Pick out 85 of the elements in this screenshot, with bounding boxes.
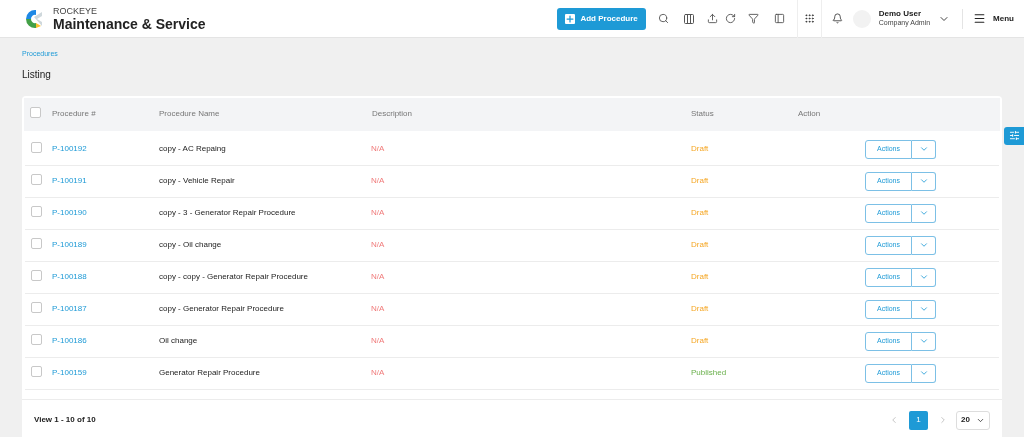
checkbox[interactable] <box>31 141 42 153</box>
actions-dropdown-button[interactable] <box>912 235 936 255</box>
actions-dropdown-button[interactable] <box>912 139 936 159</box>
actions-dropdown-button[interactable] <box>912 299 936 319</box>
table-cell-text: copy - 3 - Generator Repair Procedure <box>159 207 297 219</box>
table-cell-text: N/A <box>371 207 386 219</box>
bell-icon[interactable] <box>831 13 843 24</box>
procedure-link[interactable]: P-100192 <box>52 143 159 155</box>
menu-button[interactable]: Menu <box>973 12 1014 25</box>
upload-icon[interactable] <box>706 13 718 24</box>
chevron-down-icon <box>918 272 929 282</box>
actions-dropdown-button[interactable] <box>912 203 936 223</box>
procedure-link[interactable]: P-100188 <box>52 271 159 283</box>
procedure-link[interactable]: P-100159 <box>52 367 159 379</box>
table-cell-text: N/A <box>371 239 386 251</box>
table-cell-text: copy - Oil change <box>159 239 223 251</box>
table-cell-text: Oil change <box>159 335 199 347</box>
column-header: Procedure # <box>52 108 97 120</box>
next-page-icon[interactable] <box>938 415 948 425</box>
status-text: Draft <box>691 207 710 219</box>
table-cell-text: N/A <box>371 175 386 187</box>
brand-name: ROCKEYE <box>53 6 98 16</box>
procedure-link[interactable]: P-100186 <box>52 335 159 347</box>
chevron-down-icon <box>918 176 929 186</box>
column-header: Description <box>372 108 413 120</box>
checkbox[interactable] <box>31 333 42 345</box>
add-procedure-button[interactable]: Add Procedure <box>557 7 646 30</box>
status-text: Draft <box>691 239 710 251</box>
actions-dropdown-button[interactable] <box>912 331 936 351</box>
procedure-link[interactable]: P-100191 <box>52 175 159 187</box>
column-header: Status <box>691 108 715 120</box>
checkbox[interactable] <box>30 106 41 118</box>
status-text: Draft <box>691 143 710 155</box>
chevron-down-icon <box>918 304 929 314</box>
checkbox[interactable] <box>31 365 42 377</box>
table-cell-text: N/A <box>371 271 386 283</box>
page-size-select[interactable]: 20 <box>956 410 990 430</box>
app-title: Maintenance & Service <box>53 16 206 31</box>
refresh-icon[interactable] <box>724 13 736 24</box>
checkbox[interactable] <box>31 205 42 217</box>
actions-dropdown-button[interactable] <box>912 171 936 191</box>
actions-dropdown-button[interactable] <box>912 267 936 287</box>
status-text: Draft <box>691 335 710 347</box>
checkbox[interactable] <box>31 301 42 313</box>
table-cell-text: Generator Repair Procedure <box>159 367 261 379</box>
status-text: Draft <box>691 175 710 187</box>
procedure-link[interactable]: P-100190 <box>52 207 159 219</box>
column-header: Procedure Name <box>159 108 221 120</box>
user-name: Demo User <box>878 9 922 20</box>
procedure-link[interactable]: P-100189 <box>52 239 159 251</box>
chevron-down-icon <box>918 208 929 218</box>
filter-icon[interactable] <box>747 13 759 24</box>
status-text: Draft <box>691 271 710 283</box>
table-cell-text: copy - Vehicle Repair <box>159 175 236 187</box>
table-cell-text: N/A <box>371 143 386 155</box>
table-cell-text: copy - AC Repaing <box>159 143 227 155</box>
checkbox[interactable] <box>31 237 42 249</box>
search-icon[interactable] <box>657 13 669 24</box>
status-text: Published <box>691 367 728 379</box>
table-cell-text: N/A <box>371 303 386 315</box>
procedure-link[interactable]: P-100187 <box>52 303 159 315</box>
layout-icon[interactable] <box>773 13 785 24</box>
checkbox[interactable] <box>31 173 42 185</box>
columns-icon[interactable] <box>682 12 695 25</box>
status-text: Draft <box>691 303 710 315</box>
table-cell-text: N/A <box>371 335 386 347</box>
table-cell-text: N/A <box>371 367 386 379</box>
chevron-down-icon <box>918 368 929 378</box>
checkbox[interactable] <box>31 269 42 281</box>
settings-tab[interactable] <box>1004 126 1024 145</box>
record-count: View 1 - 10 of 10 <box>34 414 96 426</box>
table-cell-text: copy - Generator Repair Procedure <box>159 303 285 315</box>
menu-icon <box>973 12 987 25</box>
chevron-down-icon <box>918 240 929 250</box>
table-cell-text: copy - copy - Generator Repair Procedure <box>159 271 309 283</box>
column-header: Action <box>798 108 821 120</box>
previous-page-icon[interactable] <box>889 415 899 425</box>
chevron-down-icon <box>918 144 929 154</box>
page-button[interactable]: 1 <box>909 410 928 430</box>
sliders-icon <box>1008 130 1020 141</box>
page-title: Listing <box>22 67 52 82</box>
apps-grid-icon[interactable] <box>803 13 815 24</box>
actions-dropdown-button[interactable] <box>912 363 936 383</box>
plus-icon <box>565 13 576 24</box>
chevron-down-icon <box>918 336 929 346</box>
